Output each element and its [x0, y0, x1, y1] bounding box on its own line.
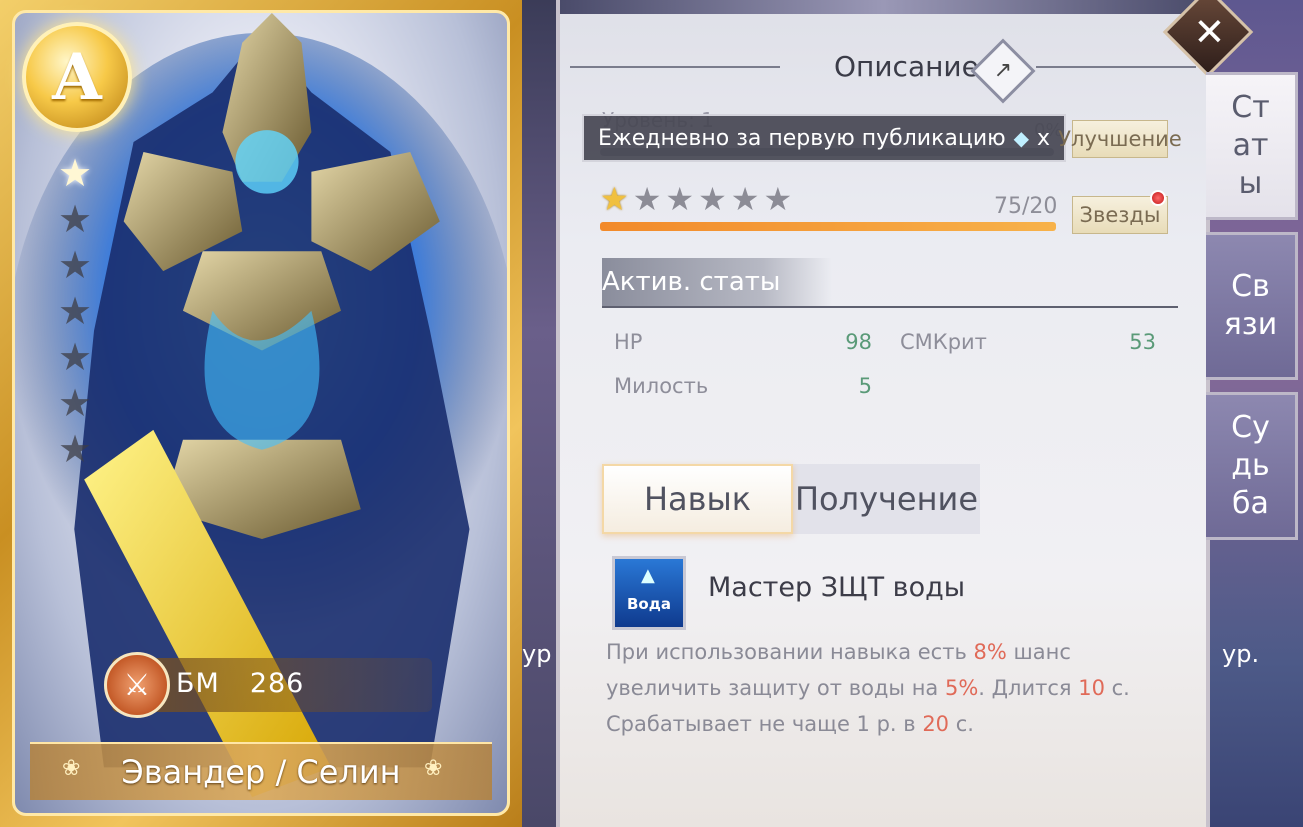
share-icon: ↗ — [993, 58, 1013, 83]
diamond-icon: ◆ — [1013, 126, 1030, 150]
close-icon: ✕ — [1193, 10, 1226, 54]
grade-badge: A — [22, 22, 132, 132]
hero-star-rank: ★ ★ ★ ★ ★ ★ ★ — [34, 150, 116, 472]
active-stats-heading: Актив. статы — [602, 258, 832, 306]
star-icon: ★ — [57, 151, 93, 195]
star-icon: ★ — [57, 381, 93, 425]
star-icon: ★ — [665, 180, 695, 218]
stat-crit-label: СМКрит — [900, 330, 987, 354]
skill-icon[interactable]: ▲ Вода — [612, 556, 686, 630]
daily-share-tooltip: Ежедневно за первую публикацию ◆ x — [582, 114, 1067, 162]
star-icon: ★ — [730, 180, 760, 218]
stat-grace-label: Милость — [614, 374, 709, 398]
tooltip-text: Ежедневно за первую публикацию — [598, 125, 1006, 151]
divider — [602, 306, 1178, 308]
stat-hp-label: HP — [614, 330, 643, 354]
lotus-icon: ❀ — [424, 756, 443, 781]
stat-grace-value: 5 — [858, 374, 872, 398]
stat-crit-value: 53 — [1129, 330, 1156, 354]
crossed-swords-icon: ⚔ — [104, 652, 170, 718]
star-icon: ★ — [57, 335, 93, 379]
tab-skill[interactable]: Навык — [602, 464, 793, 534]
star-icon: ★ — [763, 180, 793, 218]
star-icon: ★ — [57, 243, 93, 287]
lotus-icon: ❀ — [62, 756, 81, 781]
side-tab-bonds[interactable]: Св язи — [1206, 232, 1298, 380]
side-tab-stats[interactable]: Ст ат ы — [1206, 72, 1298, 220]
hero-card: A ★ ★ ★ ★ ★ ★ ★ ⚔ БМ 286 Эвандер / Селин ❀ ❀ — [0, 0, 522, 827]
panel-top-border — [560, 0, 1206, 14]
battle-power: БМ 286 — [176, 668, 304, 699]
skill-name: Мастер ЗЩТ воды — [708, 572, 966, 603]
background-level-label: ур. — [1222, 640, 1260, 668]
stat-hp-value: 98 — [845, 330, 872, 354]
skill-description: При использовании навыка есть 8% шанс ув… — [606, 640, 1130, 736]
star-icon: ★ — [57, 289, 93, 333]
star-icon: ★ — [632, 180, 662, 218]
star-icon: ★ — [57, 197, 93, 241]
tooltip-suffix: x — [1037, 125, 1051, 151]
divider — [1036, 66, 1196, 68]
star-shards-count: 75/20 — [994, 194, 1058, 219]
skill-icon-label: Вода — [627, 595, 671, 613]
star-icon: ★ — [57, 427, 93, 471]
active-stats-title: Актив. статы — [602, 267, 781, 297]
divider — [570, 66, 780, 68]
description-button[interactable]: ↗ — [970, 38, 1036, 104]
tab-obtain[interactable]: Получение — [793, 464, 980, 534]
star-rank-row: ★ ★ ★ ★ ★ ★ — [600, 180, 792, 218]
detail-tabs: Навык Получение — [602, 464, 980, 534]
star-icon: ★ — [698, 180, 727, 218]
hero-name: Эвандер / Селин — [30, 742, 492, 800]
star-progress-bar — [600, 222, 1056, 231]
description-title: Описание — [834, 50, 979, 83]
upgrade-button[interactable]: Улучшение — [1058, 120, 1182, 158]
battle-power-value: 286 — [249, 668, 305, 699]
description-header: Описание ↗ — [570, 38, 1200, 104]
arrow-up-icon: ▲ — [641, 565, 655, 586]
hero-info-panel: Описание ↗ Уровень: 1 0% Ежедневно за пе… — [556, 0, 1210, 827]
battle-power-label: БМ — [176, 668, 220, 699]
star-icon: ★ — [600, 180, 629, 218]
background-level-label: ур — [522, 640, 552, 668]
notification-dot — [1150, 190, 1166, 206]
side-tab-fate[interactable]: Су дь ба — [1206, 392, 1298, 540]
